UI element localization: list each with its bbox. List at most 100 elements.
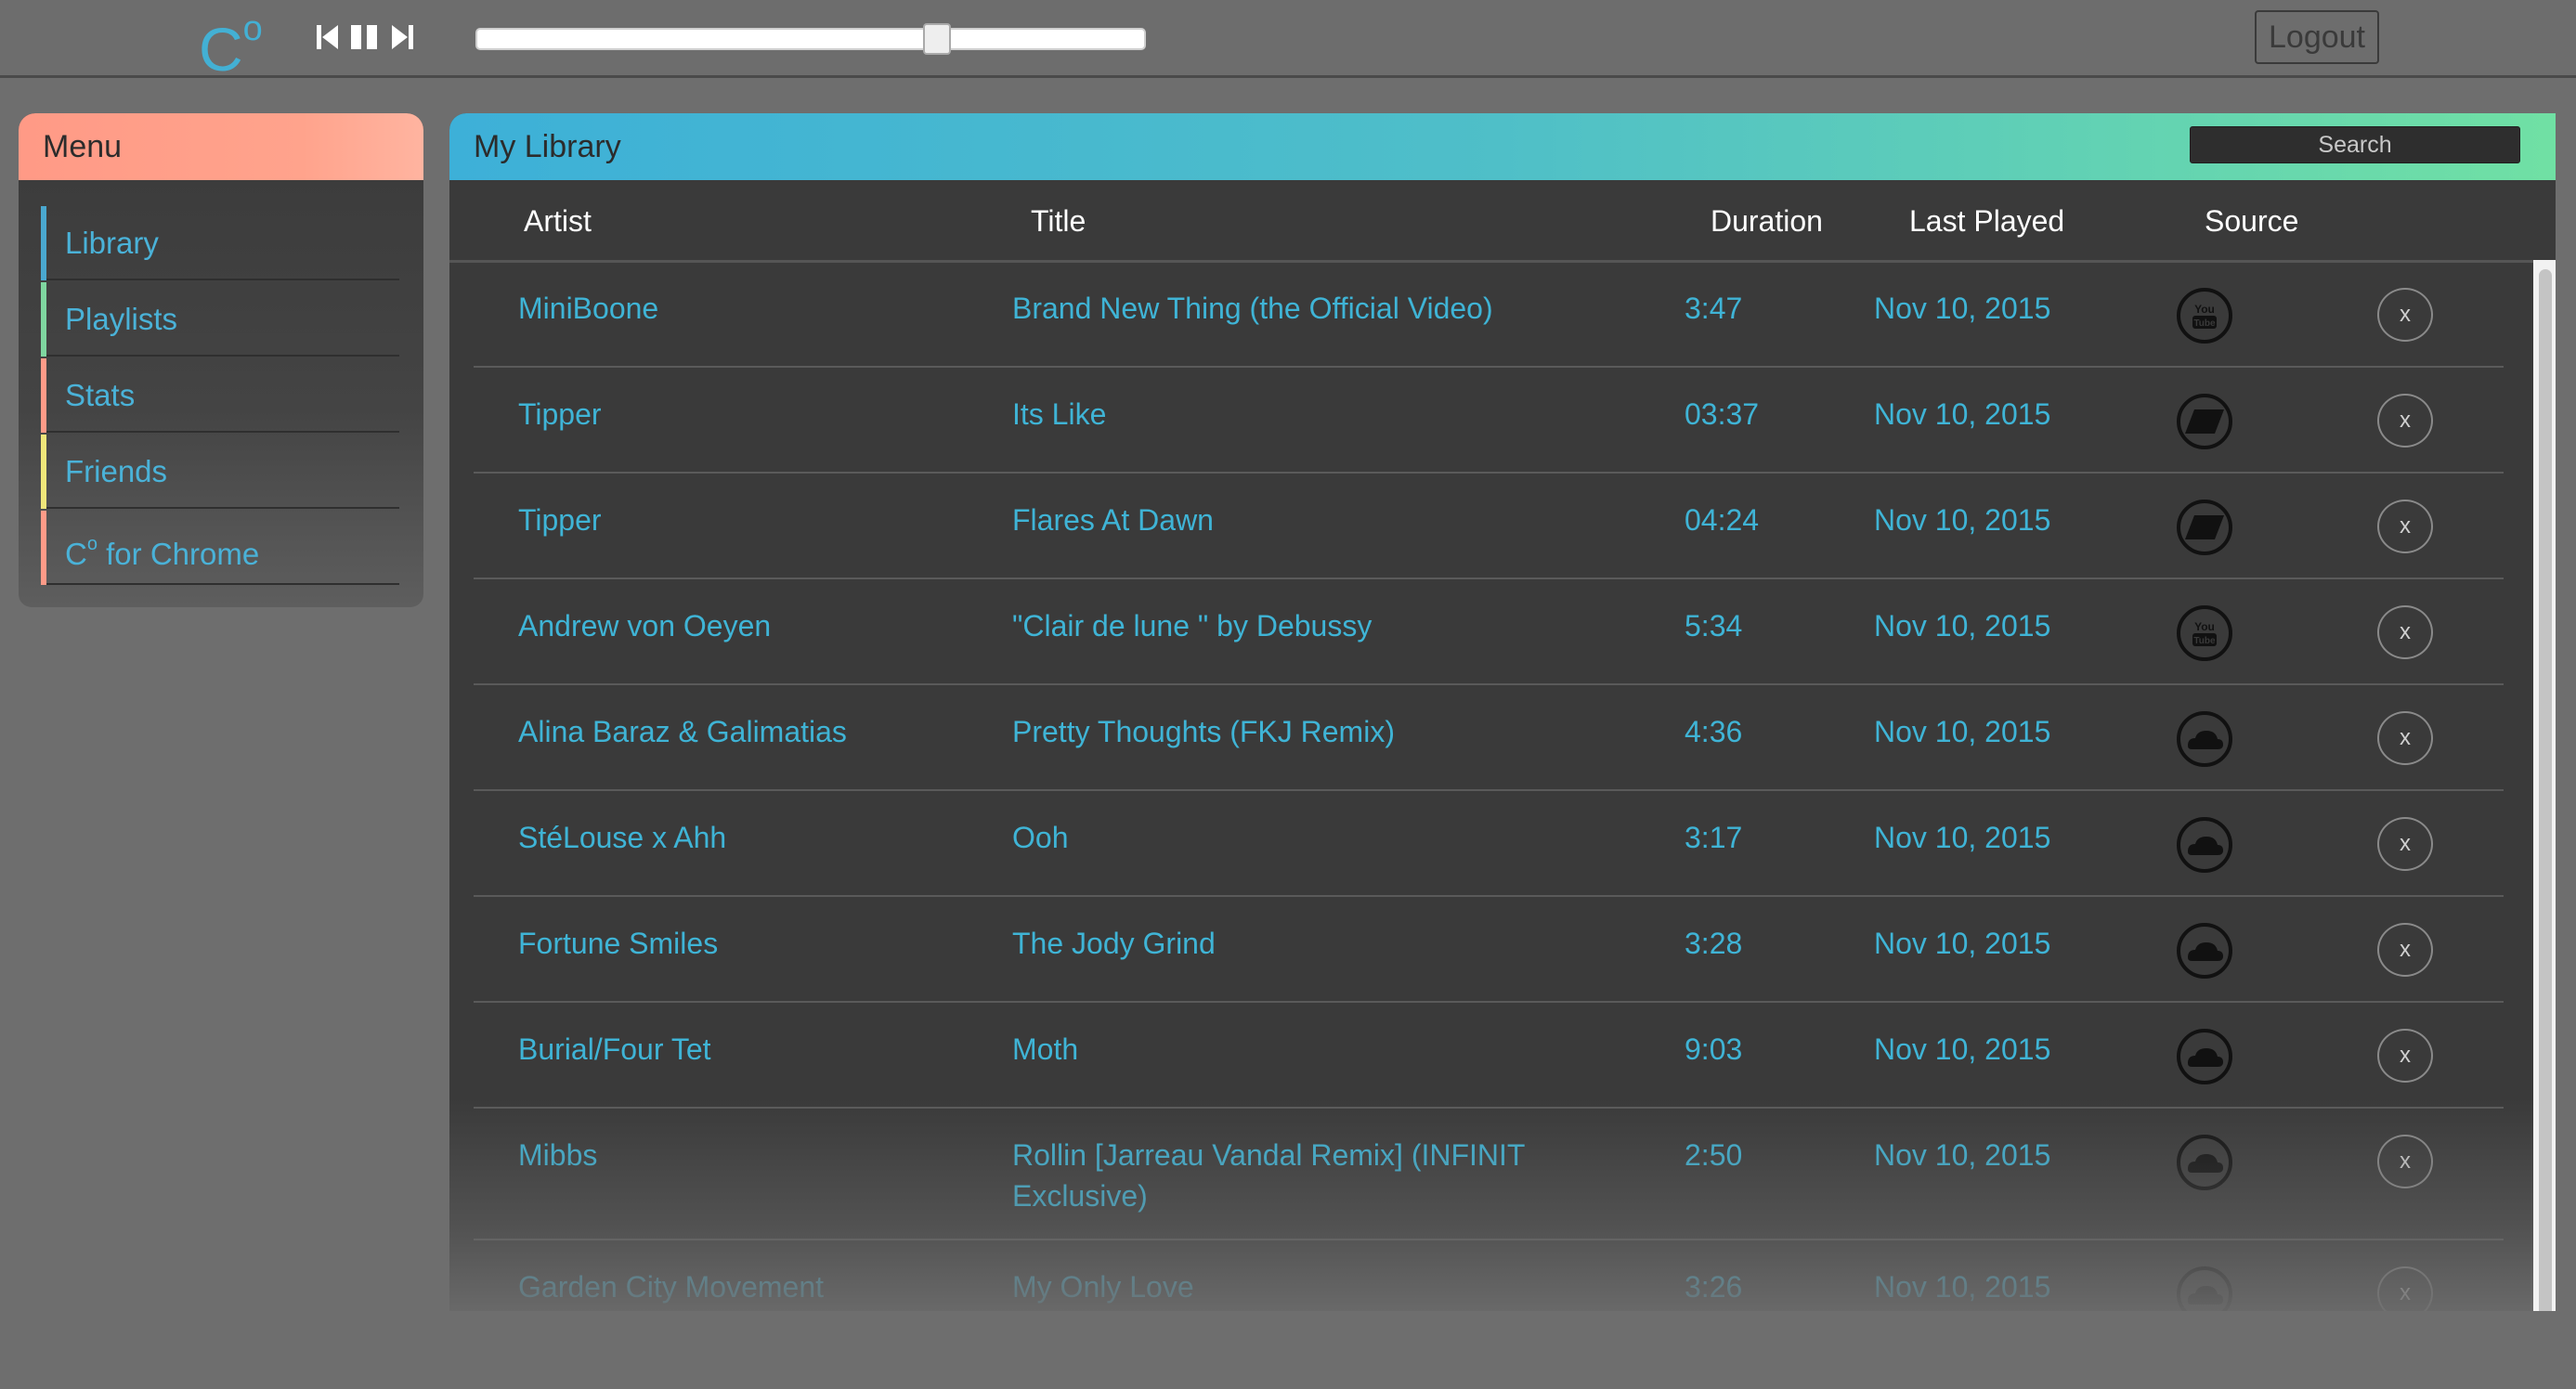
remove-track-button[interactable]: x [2377, 711, 2433, 765]
track-title[interactable]: Ooh [1012, 817, 1588, 858]
remove-track-button[interactable]: x [2377, 1266, 2433, 1311]
sidebar-item-label: Friends [65, 454, 168, 488]
track-title[interactable]: Brand New Thing (the Official Video) [1012, 288, 1588, 329]
track-last-played: Nov 10, 2015 [1874, 1032, 2051, 1066]
logout-button[interactable]: Logout [2255, 10, 2379, 64]
track-artist[interactable]: Mibbs [518, 1135, 597, 1175]
soundcloud-icon[interactable] [2177, 923, 2232, 979]
track-artist[interactable]: MiniBoone [518, 288, 658, 329]
remove-track-button[interactable]: x [2377, 288, 2433, 342]
track-row[interactable]: Garden City Movement My Only Love 3:26 Nov … [474, 1240, 2504, 1311]
track-row[interactable]: Tipper Flares At Dawn 04:24 Nov 10, 2015 x [474, 474, 2504, 579]
track-duration: 3:28 [1685, 927, 1743, 960]
soundcloud-icon[interactable] [2177, 711, 2232, 767]
track-last-played: Nov 10, 2015 [1874, 292, 2051, 325]
column-header-last-played[interactable]: Last Played [1909, 180, 2064, 262]
sidebar-item-stats[interactable]: Stats [41, 358, 399, 433]
scrollbar-thumb[interactable] [2539, 269, 2552, 1311]
soundcloud-icon[interactable] [2177, 817, 2232, 873]
top-bar: Co Logout [0, 0, 2576, 82]
column-header-duration[interactable]: Duration [1711, 180, 1823, 262]
track-artist[interactable]: Burial/Four Tet [518, 1029, 711, 1070]
remove-track-button[interactable]: x [2377, 817, 2433, 871]
sidebar-item-label: Library [65, 226, 159, 260]
pause-button[interactable] [349, 20, 379, 54]
remove-track-button[interactable]: x [2377, 1135, 2433, 1188]
track-artist[interactable]: Tipper [518, 500, 602, 540]
track-row[interactable]: Burial/Four Tet Moth 9:03 Nov 10, 2015 x [474, 1003, 2504, 1109]
track-artist[interactable]: Fortune Smiles [518, 923, 718, 964]
app-logo[interactable]: Co [199, 6, 263, 82]
sidebar-item-chrome-extension[interactable]: Co for Chrome [41, 511, 399, 585]
progress-slider-handle[interactable] [923, 23, 952, 55]
track-row[interactable]: Tipper Its Like 03:37 Nov 10, 2015 x [474, 368, 2504, 474]
pause-icon [351, 25, 377, 49]
track-last-played: Nov 10, 2015 [1874, 397, 2051, 431]
remove-track-button[interactable]: x [2377, 605, 2433, 659]
svg-text:You: You [2194, 620, 2215, 633]
track-artist[interactable]: Alina Baraz & Galimatias [518, 711, 847, 752]
remove-track-button[interactable]: x [2377, 394, 2433, 448]
logo-superscript: o [242, 9, 263, 48]
track-duration: 3:47 [1685, 292, 1743, 325]
svg-text:Tube: Tube [2193, 636, 2216, 646]
track-title[interactable]: Moth [1012, 1029, 1588, 1070]
youtube-icon[interactable]: You Tube [2177, 288, 2232, 344]
remove-track-button[interactable]: x [2377, 1029, 2433, 1083]
track-artist[interactable]: Andrew von Oeyen [518, 605, 771, 646]
track-duration: 3:26 [1685, 1270, 1743, 1304]
remove-track-button[interactable]: x [2377, 923, 2433, 977]
track-row[interactable]: Alina Baraz & Galimatias Pretty Thoughts … [474, 685, 2504, 791]
bandcamp-icon[interactable] [2177, 500, 2232, 555]
track-last-played: Nov 10, 2015 [1874, 609, 2051, 643]
track-last-played: Nov 10, 2015 [1874, 1270, 2051, 1304]
playback-progress-slider[interactable] [475, 23, 1146, 55]
youtube-icon[interactable]: You Tube [2177, 605, 2232, 661]
bandcamp-icon[interactable] [2177, 394, 2232, 449]
track-duration: 3:17 [1685, 821, 1743, 854]
remove-track-button[interactable]: x [2377, 500, 2433, 553]
track-last-played: Nov 10, 2015 [1874, 715, 2051, 748]
soundcloud-icon[interactable] [2177, 1135, 2232, 1190]
column-header-artist[interactable]: Artist [524, 180, 592, 262]
column-header-source[interactable]: Source [2205, 180, 2298, 262]
track-duration: 5:34 [1685, 609, 1743, 643]
track-artist[interactable]: Tipper [518, 394, 602, 435]
track-title[interactable]: The Jody Grind [1012, 923, 1588, 964]
track-title[interactable]: Pretty Thoughts (FKJ Remix) [1012, 711, 1588, 752]
track-row[interactable]: Fortune Smiles The Jody Grind 3:28 Nov 10, … [474, 897, 2504, 1003]
track-row[interactable]: Mibbs Rollin [Jarreau Vandal Remix] (INFI… [474, 1109, 2504, 1240]
previous-track-button[interactable] [316, 20, 340, 54]
skip-previous-icon [317, 25, 338, 49]
svg-text:Tube: Tube [2193, 318, 2216, 329]
logo-text: C [199, 15, 243, 84]
sidebar-item-superscript: o [86, 534, 98, 554]
sidebar-item-friends[interactable]: Friends [41, 435, 399, 509]
soundcloud-icon[interactable] [2177, 1266, 2232, 1311]
track-title[interactable]: Flares At Dawn [1012, 500, 1588, 540]
track-duration: 04:24 [1685, 503, 1760, 537]
track-row[interactable]: StéLouse x Ahh Ooh 3:17 Nov 10, 2015 x [474, 791, 2504, 897]
sidebar-item-playlists[interactable]: Playlists [41, 282, 399, 357]
track-artist[interactable]: StéLouse x Ahh [518, 817, 726, 858]
sidebar-item-library[interactable]: Library [41, 206, 399, 280]
track-row[interactable]: MiniBoone Brand New Thing (the Official V… [474, 262, 2504, 368]
next-track-button[interactable] [390, 20, 414, 54]
track-title[interactable]: Rollin [Jarreau Vandal Remix] (INFINIT E… [1012, 1135, 1588, 1216]
svg-text:You: You [2194, 303, 2215, 316]
track-row[interactable]: Andrew von Oeyen "Clair de lune " by Debu… [474, 579, 2504, 685]
track-last-played: Nov 10, 2015 [1874, 1138, 2051, 1172]
sidebar-item-label-suffix: for Chrome [97, 537, 260, 571]
track-last-played: Nov 10, 2015 [1874, 821, 2051, 854]
track-list: MiniBoone Brand New Thing (the Official V… [449, 262, 2556, 1311]
track-duration: 4:36 [1685, 715, 1743, 748]
track-duration: 2:50 [1685, 1138, 1743, 1172]
column-header-title[interactable]: Title [1031, 180, 1086, 262]
track-title[interactable]: "Clair de lune " by Debussy [1012, 605, 1588, 646]
soundcloud-icon[interactable] [2177, 1029, 2232, 1084]
search-input[interactable] [2190, 126, 2520, 163]
track-last-played: Nov 10, 2015 [1874, 927, 2051, 960]
track-title[interactable]: My Only Love [1012, 1266, 1588, 1307]
track-artist[interactable]: Garden City Movement [518, 1266, 824, 1307]
track-title[interactable]: Its Like [1012, 394, 1588, 435]
